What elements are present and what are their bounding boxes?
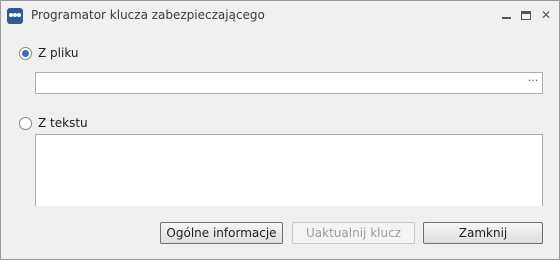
from-file-label: Z pliku — [38, 46, 79, 60]
close-button[interactable]: Zamknij — [423, 222, 543, 244]
update-key-button[interactable]: Uaktualnij klucz — [292, 222, 415, 244]
close-icon: ✕ — [540, 8, 552, 22]
from-file-option[interactable]: Z pliku — [19, 46, 79, 60]
minimize-icon — [501, 16, 511, 19]
title-bar[interactable]: Programator klucza zabezpieczającego ✕ — [1, 1, 559, 31]
from-text-option[interactable]: Z tekstu — [19, 116, 88, 130]
browse-button[interactable]: ··· — [525, 75, 541, 91]
from-file-radio[interactable] — [19, 46, 32, 60]
app-logo-icon — [7, 8, 23, 24]
close-window-button[interactable]: ✕ — [537, 7, 555, 23]
key-text-area[interactable] — [35, 134, 543, 206]
app-window: Programator klucza zabezpieczającego ✕ Z… — [0, 0, 560, 260]
file-path-input[interactable] — [35, 72, 543, 94]
from-text-label: Z tekstu — [38, 116, 88, 130]
maximize-icon — [521, 10, 531, 20]
maximize-button[interactable] — [517, 7, 535, 23]
minimize-button[interactable] — [497, 7, 515, 23]
window-title: Programator klucza zabezpieczającego — [31, 8, 265, 22]
from-text-radio[interactable] — [19, 116, 32, 130]
general-info-button[interactable]: Ogólne informacje — [160, 222, 283, 244]
